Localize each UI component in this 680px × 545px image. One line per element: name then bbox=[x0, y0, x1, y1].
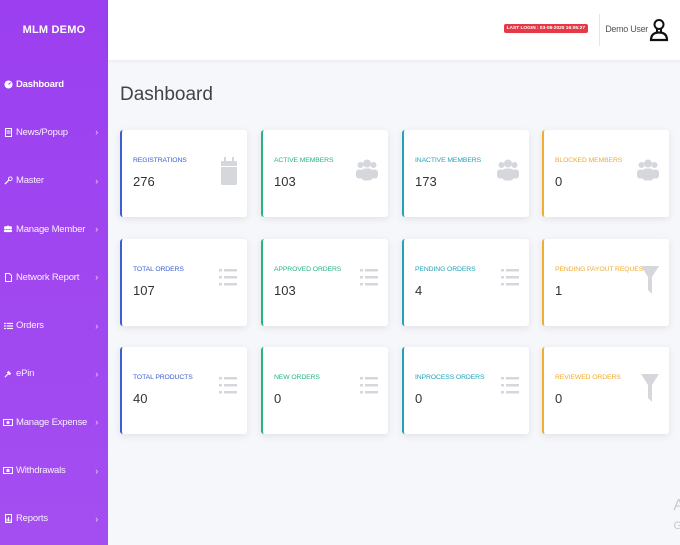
card-label: INPROCESS ORDERS bbox=[415, 374, 485, 381]
card-registrations[interactable]: REGISTRATIONS 276 bbox=[120, 130, 247, 217]
list-icon bbox=[360, 374, 378, 403]
chevron-right-icon: › bbox=[95, 272, 98, 283]
watermark-text: G bbox=[673, 520, 680, 532]
list-icon bbox=[360, 266, 378, 295]
card-value: 0 bbox=[274, 391, 282, 406]
report-icon bbox=[3, 514, 13, 524]
card-label: PENDING ORDERS bbox=[415, 266, 476, 273]
sidebar-item-dashboard[interactable]: Dashboard bbox=[0, 60, 108, 108]
card-label: TOTAL ORDERS bbox=[133, 266, 184, 273]
sidebar-item-label: Master bbox=[16, 175, 44, 187]
sidebar-item-label: Manage Expense bbox=[16, 416, 88, 428]
card-active-members[interactable]: ACTIVE MEMBERS 103 bbox=[261, 130, 388, 217]
card-label: NEW ORDERS bbox=[274, 374, 320, 381]
sidebar-item-manage-member[interactable]: Manage Member › bbox=[0, 205, 108, 253]
chevron-right-icon: › bbox=[95, 127, 98, 138]
user-name[interactable]: Demo User bbox=[605, 24, 648, 34]
card-blocked-members[interactable]: BLOCKED MEMBERS 0 bbox=[542, 130, 669, 217]
chevron-right-icon: › bbox=[95, 175, 98, 186]
pin-icon bbox=[3, 369, 13, 379]
members-icon bbox=[3, 224, 13, 234]
card-label: INACTIVE MEMBERS bbox=[415, 157, 482, 164]
sidebar-item-network-report[interactable]: Network Report › bbox=[0, 253, 108, 301]
user-avatar-icon[interactable] bbox=[649, 18, 669, 47]
sidebar-item-epin[interactable]: ePin › bbox=[0, 350, 108, 398]
sidebar-item-label: Dashboard bbox=[16, 78, 64, 90]
card-pending-orders[interactable]: PENDING ORDERS 4 bbox=[402, 239, 529, 326]
card-value: 103 bbox=[274, 283, 296, 298]
sidebar-item-label: Manage Member bbox=[16, 223, 86, 235]
chevron-right-icon: › bbox=[95, 224, 98, 235]
topbar-divider bbox=[599, 14, 600, 46]
card-value: 107 bbox=[133, 283, 155, 298]
users-icon bbox=[497, 157, 519, 188]
list-icon bbox=[501, 266, 519, 295]
sidebar-item-label: Withdrawals bbox=[16, 465, 66, 477]
card-pending-payout-request[interactable]: PENDING PAYOUT REQUEST 1 bbox=[542, 239, 669, 326]
card-value: 0 bbox=[415, 391, 423, 406]
card-value: 0 bbox=[555, 174, 563, 189]
sidebar-item-orders[interactable]: Orders › bbox=[0, 301, 108, 349]
calendar-icon bbox=[221, 157, 237, 190]
sidebar-item-label: ePin bbox=[16, 368, 35, 380]
card-label: PENDING PAYOUT REQUEST bbox=[555, 266, 648, 273]
chevron-right-icon: › bbox=[95, 320, 98, 331]
card-new-orders[interactable]: NEW ORDERS 0 bbox=[261, 347, 388, 434]
sidebar: MLM DEMO Dashboard News/Popup › Master › bbox=[0, 0, 108, 545]
card-value: 4 bbox=[415, 283, 423, 298]
chevron-right-icon: › bbox=[95, 368, 98, 379]
sidebar-item-withdrawals[interactable]: Withdrawals › bbox=[0, 446, 108, 494]
card-value: 276 bbox=[133, 174, 155, 189]
news-icon bbox=[3, 127, 13, 137]
filter-icon bbox=[641, 374, 659, 409]
card-value: 0 bbox=[555, 391, 563, 406]
page-title: Dashboard bbox=[120, 84, 213, 105]
sidebar-item-manage-expense[interactable]: Manage Expense › bbox=[0, 398, 108, 446]
card-value: 40 bbox=[133, 391, 148, 406]
list-icon bbox=[3, 321, 13, 331]
dashboard-icon bbox=[3, 79, 13, 89]
card-value: 103 bbox=[274, 174, 296, 189]
card-approved-orders[interactable]: APPROVED ORDERS 103 bbox=[261, 239, 388, 326]
sidebar-item-label: News/Popup bbox=[16, 126, 68, 138]
sidebar-item-news-popup[interactable]: News/Popup › bbox=[0, 108, 108, 156]
chevron-right-icon: › bbox=[95, 417, 98, 428]
sidebar-item-master[interactable]: Master › bbox=[0, 157, 108, 205]
card-inprocess-orders[interactable]: INPROCESS ORDERS 0 bbox=[402, 347, 529, 434]
card-label: REGISTRATIONS bbox=[133, 157, 187, 164]
sidebar-item-label: Network Report bbox=[16, 271, 80, 283]
list-icon bbox=[501, 374, 519, 403]
card-total-products[interactable]: TOTAL PRODUCTS 40 bbox=[120, 347, 247, 434]
list-icon bbox=[219, 374, 237, 403]
list-icon bbox=[219, 266, 237, 295]
card-reviewed-orders[interactable]: REVIEWED ORDERS 0 bbox=[542, 347, 669, 434]
money-icon bbox=[3, 417, 13, 427]
card-label: TOTAL PRODUCTS bbox=[133, 374, 193, 381]
card-value: 173 bbox=[415, 174, 437, 189]
card-inactive-members[interactable]: INACTIVE MEMBERS 173 bbox=[402, 130, 529, 217]
sidebar-item-reports[interactable]: Reports › bbox=[0, 495, 108, 543]
card-value: 1 bbox=[555, 283, 563, 298]
cash-icon bbox=[3, 466, 13, 476]
brand-logo[interactable]: MLM DEMO bbox=[0, 0, 108, 60]
users-icon bbox=[637, 157, 659, 188]
card-label: REVIEWED ORDERS bbox=[555, 374, 621, 381]
last-login-badge: LAST LOGIN : 03-08-2020 16:05:27 bbox=[503, 24, 588, 33]
top-bar: LAST LOGIN : 03-08-2020 16:05:27 Demo Us… bbox=[108, 0, 680, 60]
chevron-right-icon: › bbox=[95, 513, 98, 524]
sidebar-item-label: Reports bbox=[16, 513, 48, 525]
users-icon bbox=[356, 157, 378, 188]
card-label: ACTIVE MEMBERS bbox=[274, 157, 334, 164]
sidebar-nav: Dashboard News/Popup › Master › Manage M… bbox=[0, 60, 108, 543]
card-total-orders[interactable]: TOTAL ORDERS 107 bbox=[120, 239, 247, 326]
card-label: BLOCKED MEMBERS bbox=[555, 157, 623, 164]
card-label: APPROVED ORDERS bbox=[274, 266, 342, 273]
watermark-text: A bbox=[673, 497, 680, 514]
chevron-right-icon: › bbox=[95, 465, 98, 476]
wrench-icon bbox=[3, 176, 13, 186]
file-icon bbox=[3, 272, 13, 282]
filter-icon bbox=[641, 266, 659, 301]
sidebar-item-label: Orders bbox=[16, 320, 44, 332]
